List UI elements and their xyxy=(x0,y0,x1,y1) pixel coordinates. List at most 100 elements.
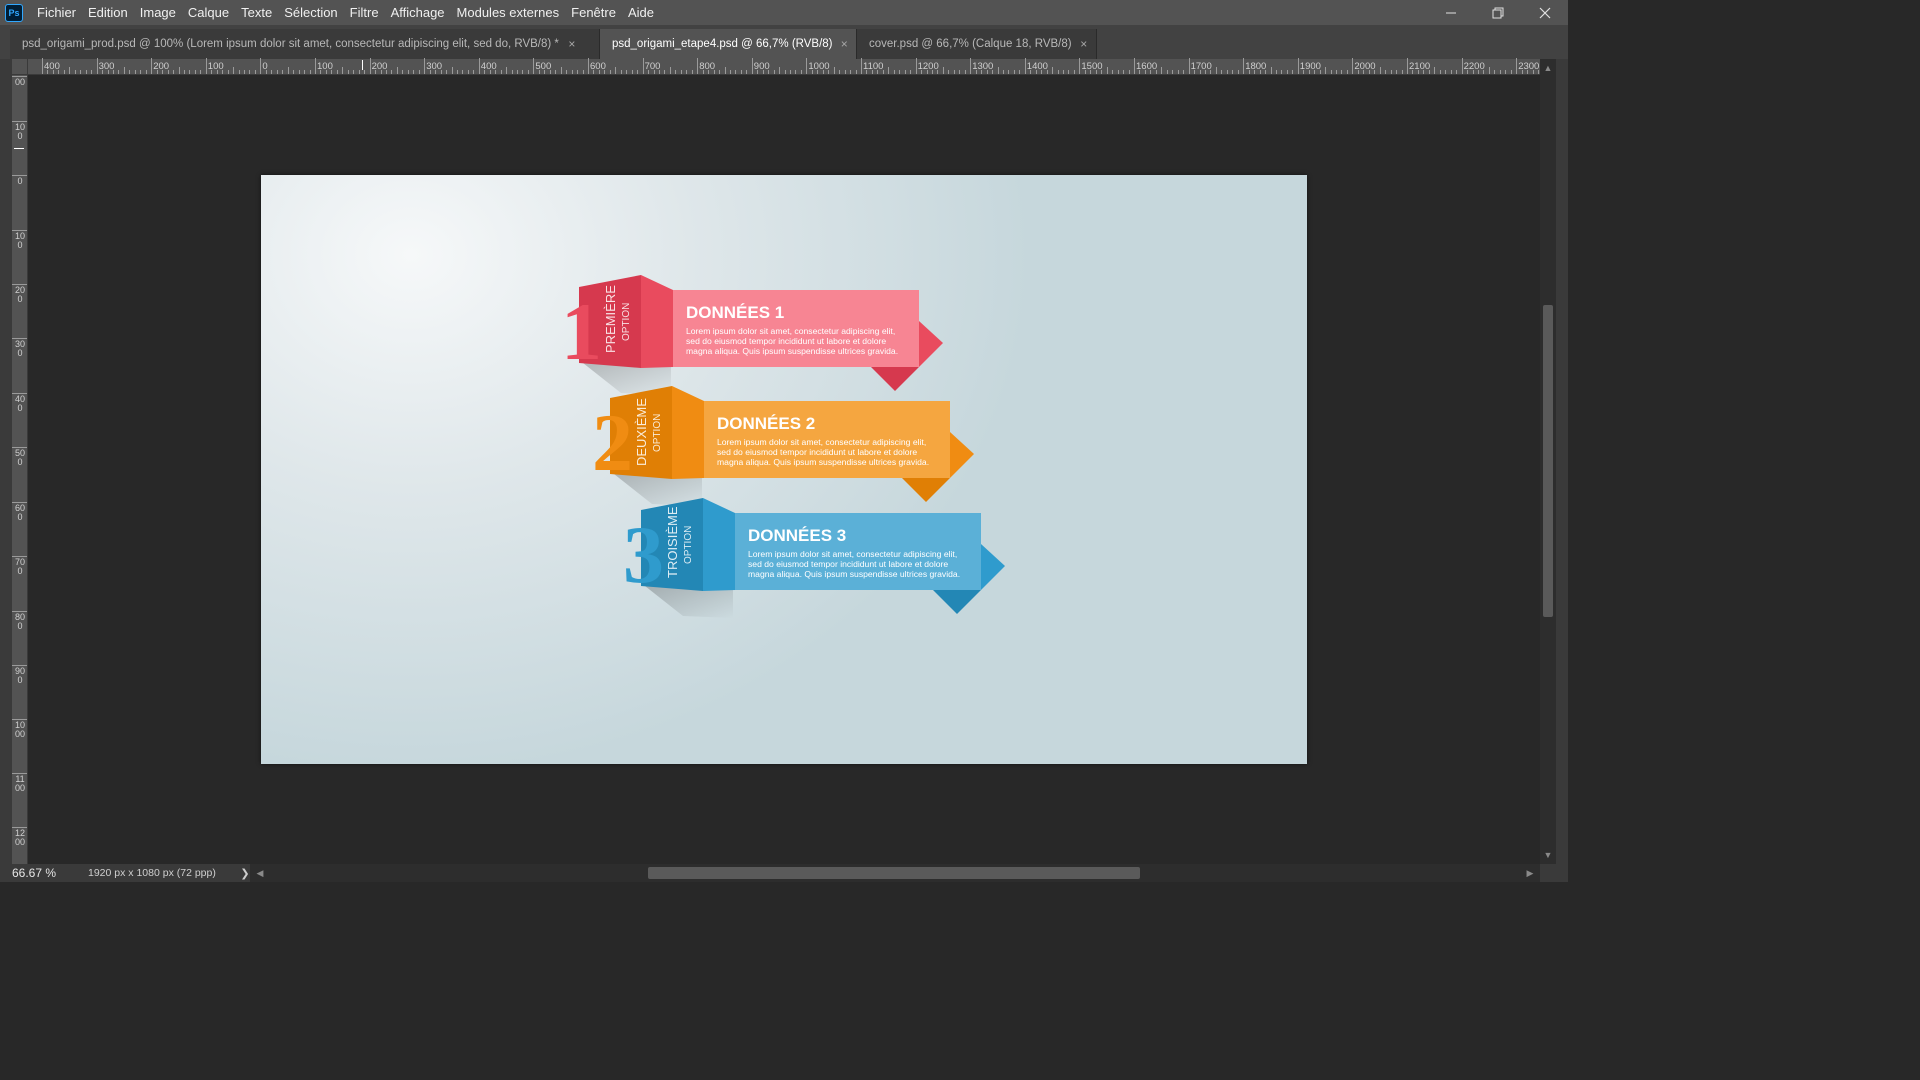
zoom-level-field[interactable]: 66.67 % xyxy=(12,866,80,880)
ribbon-fold-middle xyxy=(672,386,704,479)
ruler-tick xyxy=(1297,58,1299,74)
ruler-minor-tick xyxy=(779,67,781,74)
menu-calque[interactable]: Calque xyxy=(182,0,235,25)
document-canvas[interactable]: 1 PREMIÈRE OPTION DONNÉES 1 Lorem ipsum … xyxy=(261,175,1307,764)
ruler-minor-tick xyxy=(1128,70,1130,74)
ruler-minor-tick xyxy=(473,70,475,74)
ruler-minor-tick xyxy=(1499,70,1501,74)
ribbon-body-line: Lorem ipsum dolor sit amet, consectetur … xyxy=(686,326,895,336)
ruler-label: 100 xyxy=(317,61,333,72)
ruler-minor-tick xyxy=(304,70,306,74)
ribbon-number: 3 xyxy=(623,509,664,600)
ruler-tick xyxy=(1352,58,1354,74)
scroll-left-icon[interactable]: ◀ xyxy=(252,866,268,880)
ruler-minor-tick xyxy=(183,70,185,74)
ruler-minor-tick xyxy=(140,70,142,74)
ruler-label: 00 xyxy=(15,77,26,87)
ruler-tick xyxy=(260,58,262,74)
menu-texte[interactable]: Texte xyxy=(235,0,278,25)
cursor-ruler-marker xyxy=(14,148,24,149)
ruler-minor-tick xyxy=(1161,67,1163,74)
menu-aide[interactable]: Aide xyxy=(622,0,660,25)
ruler-label: 700 xyxy=(15,557,26,576)
ruler-tick xyxy=(806,58,808,74)
ruler-label: 100 xyxy=(207,61,224,72)
ruler-label: 900 xyxy=(753,61,770,72)
menu-edition[interactable]: Edition xyxy=(82,0,134,25)
ruler-label: 0 xyxy=(17,176,23,186)
ruler-minor-tick xyxy=(506,67,508,74)
ruler-minor-tick xyxy=(1505,70,1507,74)
photoshop-logo-icon[interactable]: Ps xyxy=(5,3,23,22)
menu-image[interactable]: Image xyxy=(134,0,182,25)
horizontal-scroll-thumb[interactable] xyxy=(648,867,1140,879)
ruler-tick xyxy=(96,58,98,74)
tab-label: cover.psd @ 66,7% (Calque 18, RVB/8) xyxy=(869,38,1072,50)
menu-fichier[interactable]: Fichier xyxy=(31,0,82,25)
ruler-minor-tick xyxy=(353,70,355,74)
menu-filtre[interactable]: Filtre xyxy=(344,0,385,25)
tab-psd-origami-etape4[interactable]: psd_origami_etape4.psd @ 66,7% (RVB/8) × xyxy=(600,29,857,59)
ruler-minor-tick xyxy=(1445,70,1447,74)
ruler-minor-tick xyxy=(1057,70,1059,74)
scroll-up-icon[interactable]: ▲ xyxy=(1540,61,1556,75)
vertical-ruler[interactable]: 00 100 0 100 200 300 400 500 600 700 800 900 1000 110… xyxy=(12,75,28,864)
ruler-minor-tick xyxy=(517,70,519,74)
scroll-down-icon[interactable]: ▼ xyxy=(1540,848,1556,862)
ruler-minor-tick xyxy=(467,70,469,74)
ruler-minor-tick xyxy=(238,70,240,74)
ruler-label: 100 xyxy=(15,231,26,250)
tab-psd-origami-prod[interactable]: psd_origami_prod.psd @ 100% (Lorem ipsum… xyxy=(10,29,600,59)
ruler-origin[interactable] xyxy=(12,59,28,75)
vertical-scrollbar[interactable]: ▲ ▼ xyxy=(1540,59,1556,864)
close-icon xyxy=(1539,7,1550,18)
ribbon-body-line: sed do eiusmod tempor incididunt ut labo… xyxy=(686,336,886,346)
ribbon-bottom-fold xyxy=(871,367,919,391)
ruler-tick xyxy=(1024,58,1026,74)
ruler-minor-tick xyxy=(620,70,622,74)
ruler-minor-tick xyxy=(500,70,502,74)
ruler-minor-tick xyxy=(1385,70,1387,74)
menu-selection[interactable]: Sélection xyxy=(278,0,343,25)
ruler-tick xyxy=(205,58,207,74)
ruler-tick xyxy=(588,58,589,74)
tab-close-icon[interactable]: × xyxy=(567,37,577,51)
ruler-minor-tick xyxy=(664,70,666,74)
ruler-minor-tick xyxy=(233,67,235,74)
ribbon-arrow-tip xyxy=(981,544,1005,590)
ruler-label: 1400 xyxy=(1026,61,1048,72)
tab-close-icon[interactable]: × xyxy=(841,37,848,51)
tab-cover[interactable]: cover.psd @ 66,7% (Calque 18, RVB/8) × xyxy=(857,29,1097,59)
horizontal-scrollbar[interactable]: ◀ ▶ xyxy=(250,864,1540,882)
ruler-minor-tick xyxy=(391,70,393,74)
ruler-minor-tick xyxy=(577,70,579,74)
tab-close-icon[interactable]: × xyxy=(1080,37,1088,51)
ruler-label: 1200 xyxy=(15,828,26,847)
ruler-minor-tick xyxy=(740,70,742,74)
ruler-minor-tick xyxy=(773,70,775,74)
ruler-label: 1500 xyxy=(1081,61,1103,72)
ruler-minor-tick xyxy=(626,70,628,74)
restore-button[interactable] xyxy=(1474,0,1521,25)
ruler-minor-tick xyxy=(615,67,617,74)
ribbon-vertical-label: PREMIÈRE xyxy=(603,285,618,353)
menu-modules-externes[interactable]: Modules externes xyxy=(451,0,566,25)
vertical-scroll-thumb[interactable] xyxy=(1543,305,1553,617)
minimize-button[interactable] xyxy=(1427,0,1474,25)
ruler-tick xyxy=(642,58,644,74)
ruler-minor-tick xyxy=(271,70,273,74)
ribbon-body-line: Lorem ipsum dolor sit amet, consectetur … xyxy=(748,549,957,559)
close-window-button[interactable] xyxy=(1521,0,1568,25)
menu-fenetre[interactable]: Fenêtre xyxy=(565,0,622,25)
canvas-workspace[interactable]: 1 PREMIÈRE OPTION DONNÉES 1 Lorem ipsum … xyxy=(28,75,1540,864)
scroll-right-icon[interactable]: ▶ xyxy=(1522,866,1538,880)
horizontal-ruler[interactable]: 400 300 200 100 0 100 200 300 400 500 600 700 800 900… xyxy=(12,58,1567,75)
ruler-minor-tick xyxy=(413,70,415,74)
ruler-minor-tick xyxy=(347,70,349,74)
ribbon-fold-middle xyxy=(641,275,673,368)
ruler-minor-tick xyxy=(293,70,295,74)
ruler-label: 400 xyxy=(15,394,26,413)
ribbon-vertical-sub: OPTION xyxy=(683,526,694,564)
menu-affichage[interactable]: Affichage xyxy=(385,0,451,25)
ruler-minor-tick xyxy=(719,70,721,74)
